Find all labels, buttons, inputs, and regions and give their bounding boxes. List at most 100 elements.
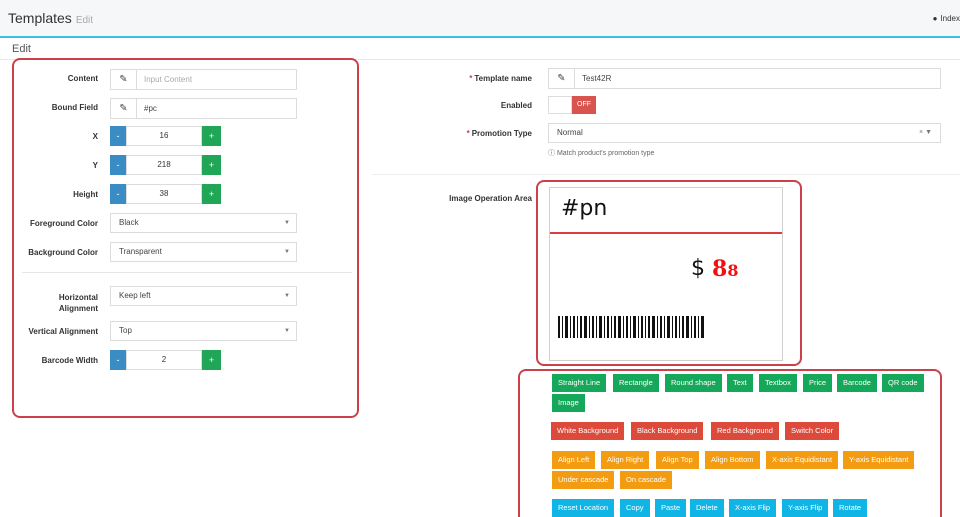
height-label: Height — [73, 190, 98, 199]
content-placeholder: Input Content — [144, 75, 193, 84]
caret-down-icon: ▼ — [284, 249, 290, 255]
toggle-state: OFF — [572, 96, 596, 114]
copy-button[interactable]: Copy — [620, 499, 650, 517]
bound-field-label: Bound Field — [51, 103, 98, 112]
y-value-input[interactable]: 218 — [126, 155, 202, 175]
background-color-label: Background Color — [28, 248, 98, 257]
page-title: Templates Edit — [8, 10, 93, 26]
x-decrement-button[interactable]: - — [110, 126, 126, 146]
canvas-red-line[interactable] — [550, 232, 782, 234]
on-cascade-button[interactable]: On cascade — [620, 471, 673, 489]
y-label: Y — [92, 161, 98, 170]
align-bottom-button[interactable]: Align Bottom — [705, 451, 760, 469]
caret-down-icon: ▼ — [284, 328, 290, 334]
x-increment-button[interactable]: + — [202, 126, 221, 146]
page-subtitle: Edit — [75, 15, 94, 26]
promotion-type-select[interactable]: Normal × ▼ — [548, 123, 941, 143]
vertical-alignment-label: Vertical Alignment — [28, 327, 99, 336]
white-background-button[interactable]: White Background — [551, 422, 625, 440]
template-name-label-text: Template name — [474, 74, 532, 83]
y-increment-button[interactable]: + — [202, 155, 221, 175]
template-name-value: Test42R — [582, 74, 612, 83]
promotion-type-value: Normal — [557, 128, 583, 137]
under-cascade-button[interactable]: Under cascade — [552, 471, 615, 489]
barcode-width-label: Barcode Width — [41, 356, 98, 365]
delete-button[interactable]: Delete — [690, 499, 724, 517]
price-button[interactable]: Price — [803, 374, 833, 392]
black-background-button[interactable]: Black Background — [631, 422, 704, 440]
required-marker: * — [469, 74, 473, 83]
breadcrumb-index-label: Index — [940, 14, 960, 23]
caret-down-icon: ▼ — [284, 220, 290, 226]
section-title: Edit — [12, 43, 31, 55]
canvas-barcode[interactable] — [558, 316, 706, 338]
info-icon: ⓘ — [548, 150, 555, 157]
canvas-name-text[interactable]: #pn — [561, 196, 607, 221]
barcode-width-increment-button[interactable]: + — [202, 350, 221, 370]
x-axis-equidistant-button[interactable]: X-axis Equidistant — [766, 451, 839, 469]
template-name-label: * Template name — [440, 74, 532, 83]
y-decrement-button[interactable]: - — [110, 155, 126, 175]
height-decrement-button[interactable]: - — [110, 184, 126, 204]
canvas-price[interactable]: 88 — [712, 256, 738, 282]
qr-code-button[interactable]: QR code — [882, 374, 924, 392]
background-color-select[interactable]: Transparent ▼ — [110, 242, 297, 262]
enabled-toggle[interactable]: OFF — [548, 96, 596, 114]
caret-down-icon: ▼ — [284, 293, 290, 299]
promotion-type-help: ⓘ Match product's promotion type — [548, 148, 654, 158]
template-name-input[interactable]: ✎ Test42R — [548, 68, 941, 89]
align-top-button[interactable]: Align Top — [656, 451, 699, 469]
canvas-price-major: 8 — [712, 256, 728, 282]
page-header: Templates Edit ● Index — [0, 0, 960, 38]
barcode-width-value-input[interactable]: 2 — [126, 350, 202, 370]
breadcrumb-index[interactable]: ● Index — [933, 14, 960, 23]
x-axis-flip-button[interactable]: X-axis Flip — [729, 499, 777, 517]
image-area-label: Image Operation Area — [449, 194, 532, 203]
textbox-button[interactable]: Textbox — [759, 374, 797, 392]
red-background-button[interactable]: Red Background — [711, 422, 779, 440]
canvas-currency[interactable]: $ — [691, 256, 705, 281]
content-label: Content — [67, 74, 98, 83]
foreground-color-value: Black — [119, 218, 139, 227]
y-axis-equidistant-button[interactable]: Y-axis Equidistant — [843, 451, 915, 469]
x-value-input[interactable]: 16 — [126, 126, 202, 146]
content-input[interactable]: ✎ Input Content — [110, 69, 297, 90]
height-value-input[interactable]: 38 — [126, 184, 202, 204]
canvas-price-minor: 8 — [727, 261, 739, 280]
align-left-button[interactable]: Align Left — [552, 451, 596, 469]
barcode-width-decrement-button[interactable]: - — [110, 350, 126, 370]
foreground-color-select[interactable]: Black ▼ — [110, 213, 297, 233]
panel-divider — [22, 272, 352, 273]
text-button[interactable]: Text — [727, 374, 753, 392]
clear-label: × — [919, 129, 924, 136]
height-increment-button[interactable]: + — [202, 184, 221, 204]
pencil-icon: ✎ — [549, 69, 575, 88]
promotion-type-label-text: Promotion Type — [471, 129, 532, 138]
bound-field-input[interactable]: ✎ #pc — [110, 98, 297, 119]
height-stepper: - 38 + — [110, 184, 221, 204]
x-label: X — [92, 132, 98, 141]
background-color-value: Transparent — [119, 247, 162, 256]
toggle-knob — [548, 96, 572, 114]
barcode-button[interactable]: Barcode — [837, 374, 877, 392]
vertical-alignment-select[interactable]: Top ▼ — [110, 321, 297, 341]
promotion-type-label: * Promotion Type — [440, 129, 532, 138]
required-marker: * — [466, 129, 470, 138]
align-right-button[interactable]: Align Right — [601, 451, 650, 469]
bound-field-value: #pc — [144, 104, 157, 113]
horizontal-alignment-label-line1: Horizontal — [58, 293, 98, 302]
round-shape-button[interactable]: Round shape — [665, 374, 722, 392]
barcode-width-stepper: - 2 + — [110, 350, 221, 370]
paste-button[interactable]: Paste — [655, 499, 687, 517]
reset-location-button[interactable]: Reset Location — [552, 499, 615, 517]
y-axis-flip-button[interactable]: Y-axis Flip — [782, 499, 829, 517]
image-button[interactable]: Image — [552, 394, 585, 412]
clear-icon[interactable]: × ▼ — [919, 124, 932, 142]
switch-color-button[interactable]: Switch Color — [785, 422, 840, 440]
rotate-button[interactable]: Rotate — [833, 499, 868, 517]
rectangle-button[interactable]: Rectangle — [613, 374, 659, 392]
element-properties-panel: Content ✎ Input Content Bound Field ✎ #p… — [12, 58, 359, 418]
template-canvas[interactable]: #pn $ 88 — [549, 187, 783, 361]
straight-line-button[interactable]: Straight Line — [552, 374, 607, 392]
horizontal-alignment-select[interactable]: Keep left ▼ — [110, 286, 297, 306]
